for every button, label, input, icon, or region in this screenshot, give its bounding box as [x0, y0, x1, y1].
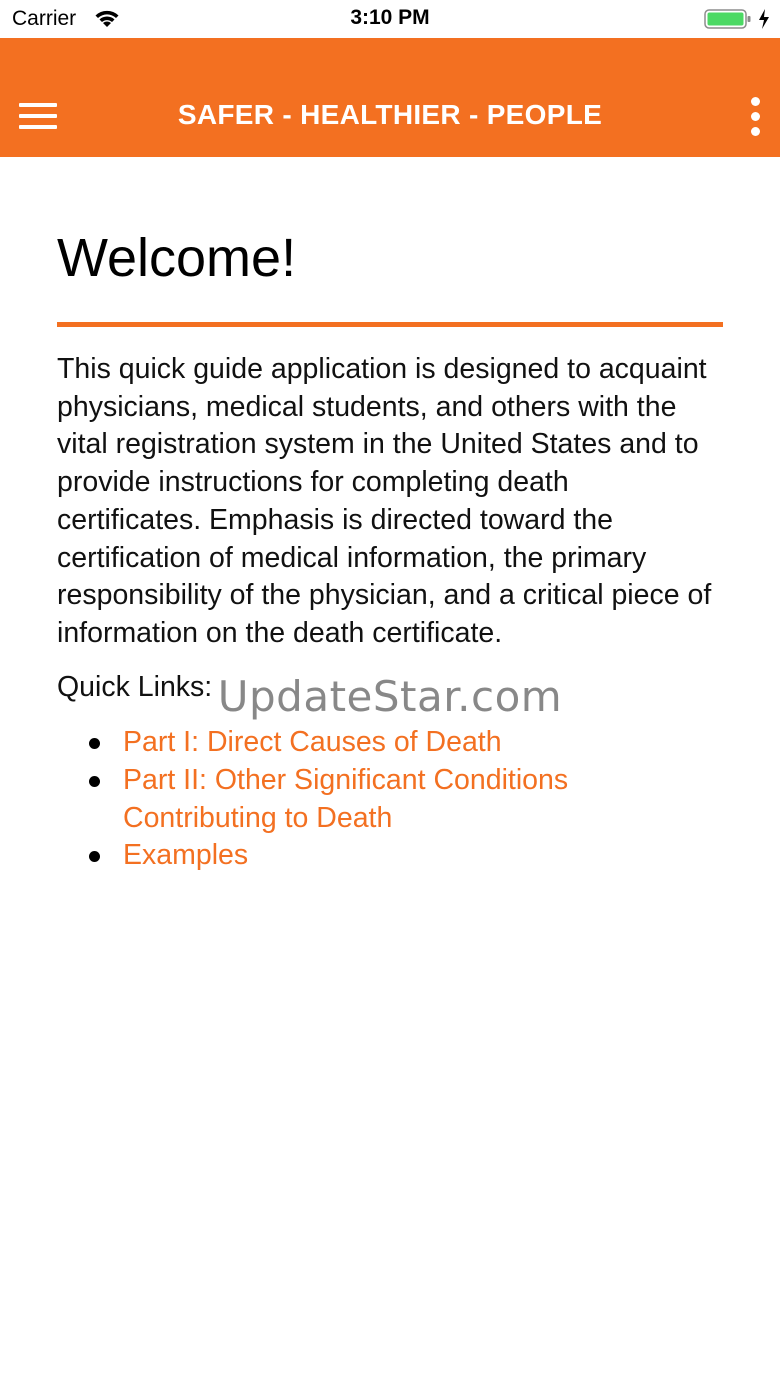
bullet-icon: [89, 851, 100, 863]
quick-links-label: Quick Links:: [57, 670, 213, 703]
link-part-one[interactable]: Part I: Direct Causes of Death: [123, 726, 502, 758]
overflow-dot: [751, 97, 760, 106]
quick-links-list: Part I: Direct Causes of Death Part II: …: [57, 724, 727, 875]
charging-icon: [757, 8, 771, 30]
main-content: Welcome! This quick guide application is…: [57, 157, 727, 875]
link-examples[interactable]: Examples: [123, 839, 248, 871]
header-title: SAFER - HEALTHIER - PEOPLE: [177, 99, 603, 130]
bullet-icon: [89, 738, 100, 750]
overflow-dot: [751, 112, 760, 121]
status-time: 3:10 PM: [350, 6, 430, 29]
battery-icon: [704, 8, 752, 30]
list-item: Part II: Other Significant Conditions Co…: [89, 762, 643, 837]
intro-paragraph: This quick guide application is designed…: [57, 353, 712, 649]
link-part-two[interactable]: Part II: Other Significant Conditions Co…: [123, 764, 568, 834]
list-item: Examples: [89, 837, 643, 875]
overflow-dot: [751, 127, 760, 136]
vertical-dots-icon[interactable]: [738, 94, 774, 138]
title-divider: [57, 322, 723, 327]
bullet-icon: [89, 776, 100, 788]
status-bar: Carrier 3:10 PM: [0, 0, 780, 38]
page-title: Welcome!: [57, 228, 297, 288]
app-header: SAFER - HEALTHIER - PEOPLE: [0, 38, 780, 157]
list-item: Part I: Direct Causes of Death: [89, 724, 643, 762]
